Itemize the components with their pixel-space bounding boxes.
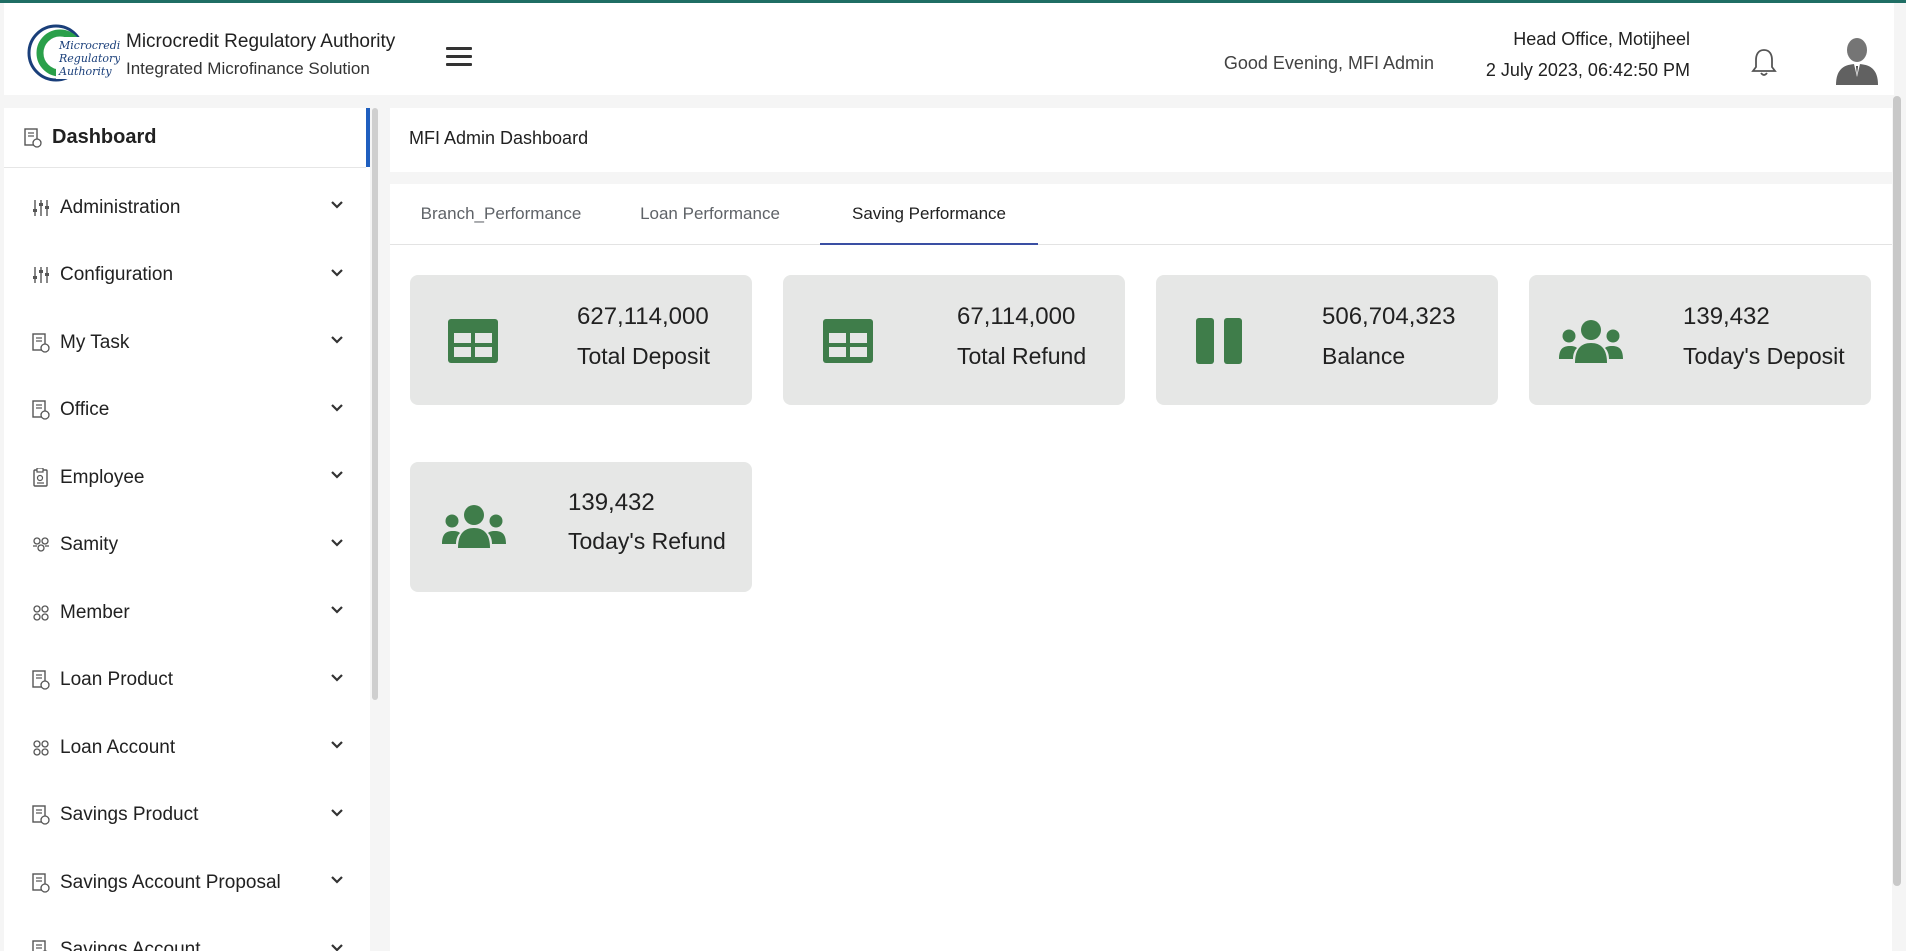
sidebar-item-label: Samity	[60, 534, 119, 556]
sidebar-item-label: Loan Account	[60, 736, 176, 758]
sidebar-item-employee[interactable]: Employee	[4, 444, 366, 512]
chevron-down-icon	[331, 673, 343, 682]
stat-caption: Total Deposit	[577, 343, 710, 369]
sidebar-item-label: Configuration	[60, 264, 174, 286]
sidebar-item-dashboard[interactable]: Dashboard	[4, 108, 366, 168]
chevron-down-icon	[331, 943, 343, 951]
org-name: Microcredit Regulatory Authority	[126, 31, 396, 52]
users-icon	[1559, 320, 1623, 363]
org-subtitle: Integrated Microfinance Solution	[126, 59, 370, 78]
stat-card-todays-refund: 139,432 Today's Refund	[410, 462, 752, 592]
id-card-icon	[33, 467, 48, 487]
tab-bar: Branch_Performance Loan Performance Savi…	[390, 184, 1892, 245]
sidebar-item-label: Savings Account	[60, 939, 201, 951]
hamburger-icon	[446, 47, 472, 50]
sidebar-scrollbar[interactable]	[372, 108, 378, 700]
svg-text:Authority: Authority	[58, 65, 112, 78]
sidebar-item-my-task[interactable]: My Task	[4, 309, 366, 377]
group-icon	[33, 537, 49, 552]
chevron-down-icon	[331, 606, 343, 614]
svg-text:Regulatory: Regulatory	[58, 52, 120, 65]
sidebar-item-office[interactable]: Office	[4, 377, 366, 445]
sidebar-item-savings-account[interactable]: Savings Account	[4, 917, 366, 951]
stat-caption: Balance	[1322, 343, 1406, 369]
user-avatar[interactable]	[1834, 35, 1880, 85]
stat-value: 139,432	[568, 489, 655, 516]
sidebar-item-configuration[interactable]: Configuration	[4, 242, 366, 310]
document-icon	[24, 127, 42, 148]
pause-icon	[1196, 318, 1242, 364]
menu-toggle-button[interactable]	[446, 47, 472, 67]
group-icon	[33, 740, 49, 756]
sidebar-menu: Administration Configuration My Task Off…	[4, 174, 366, 951]
stat-card-total-refund: 67,114,000 Total Refund	[783, 275, 1125, 405]
stat-caption: Total Refund	[957, 343, 1087, 369]
sidebar-item-savings-account-proposal[interactable]: Savings Account Proposal	[4, 849, 366, 917]
sliders-icon	[33, 199, 49, 216]
document-icon	[32, 400, 50, 420]
sidebar-item-label: Office	[60, 399, 110, 421]
chevron-down-icon	[331, 201, 343, 209]
tab-saving-performance[interactable]: Saving Performance	[820, 184, 1038, 245]
stat-card-total-deposit: 627,114,000 Total Deposit	[410, 275, 752, 405]
document-icon	[32, 333, 50, 353]
sidebar-item-label: Dashboard	[52, 126, 157, 148]
document-icon	[32, 873, 50, 893]
chevron-down-icon	[331, 336, 343, 344]
dashboard-content: Branch_Performance Loan Performance Savi…	[390, 184, 1892, 951]
tab-loan-performance[interactable]: Loan Performance	[612, 184, 808, 244]
sidebar-item-savings-product[interactable]: Savings Product	[4, 782, 366, 850]
sidebar-item-loan-product[interactable]: Loan Product	[4, 647, 366, 715]
chevron-down-icon	[331, 471, 343, 479]
page-title: MFI Admin Dashboard	[409, 128, 589, 148]
chevron-down-icon	[331, 808, 343, 817]
table-icon	[448, 319, 498, 363]
bell-icon[interactable]	[1750, 47, 1778, 77]
sidebar-item-label: My Task	[60, 331, 130, 353]
chevron-down-icon	[331, 741, 343, 749]
page-title-bar: MFI Admin Dashboard	[390, 108, 1892, 172]
document-icon	[32, 940, 47, 951]
document-icon	[32, 805, 50, 825]
sidebar-item-label: Savings Product	[60, 804, 199, 826]
sidebar-item-administration[interactable]: Administration	[4, 174, 366, 242]
sidebar-item-label: Savings Account Proposal	[60, 871, 281, 893]
tab-branch-performance[interactable]: Branch_Performance	[390, 184, 612, 244]
sidebar-item-loan-account[interactable]: Loan Account	[4, 714, 366, 782]
stat-card-todays-deposit: 139,432 Today's Deposit	[1529, 275, 1871, 405]
app-header: Microcredit Regulatory Authority Microcr…	[4, 3, 1894, 95]
sidebar-item-samity[interactable]: Samity	[4, 512, 366, 580]
sliders-icon	[33, 267, 49, 284]
chevron-down-icon	[331, 268, 343, 277]
office-name: Head Office, Motijheel	[1513, 29, 1690, 49]
group-icon	[33, 605, 49, 621]
svg-text:Microcredit: Microcredit	[58, 39, 120, 52]
stat-value: 67,114,000	[957, 303, 1076, 330]
sidebar-item-label: Loan Product	[60, 669, 174, 691]
stat-value: 627,114,000	[577, 303, 709, 330]
chevron-down-icon	[331, 538, 343, 547]
chevron-down-icon	[331, 403, 343, 412]
table-icon	[823, 319, 873, 363]
sidebar-item-label: Member	[60, 601, 130, 623]
page-scrollbar[interactable]	[1893, 96, 1901, 886]
users-icon	[442, 505, 506, 548]
active-indicator	[366, 108, 370, 167]
sidebar-item-member[interactable]: Member	[4, 579, 366, 647]
greeting-text: Good Evening, MFI Admin	[1223, 53, 1434, 73]
stat-caption: Today's Deposit	[1683, 343, 1845, 369]
stat-caption: Today's Refund	[568, 528, 726, 554]
mra-logo: Microcredit Regulatory Authority	[27, 24, 120, 82]
current-datetime: 2 July 2023, 06:42:50 PM	[1485, 60, 1690, 80]
stat-card-balance: 506,704,323 Balance	[1156, 275, 1498, 405]
sidebar: Dashboard Administration Configuration M…	[4, 108, 370, 951]
sidebar-item-label: Employee	[60, 466, 145, 488]
document-icon	[32, 670, 50, 690]
chevron-down-icon	[331, 876, 343, 884]
stat-value: 506,704,323	[1322, 303, 1456, 330]
sidebar-item-label: Administration	[60, 196, 181, 218]
stat-value: 139,432	[1683, 303, 1770, 330]
